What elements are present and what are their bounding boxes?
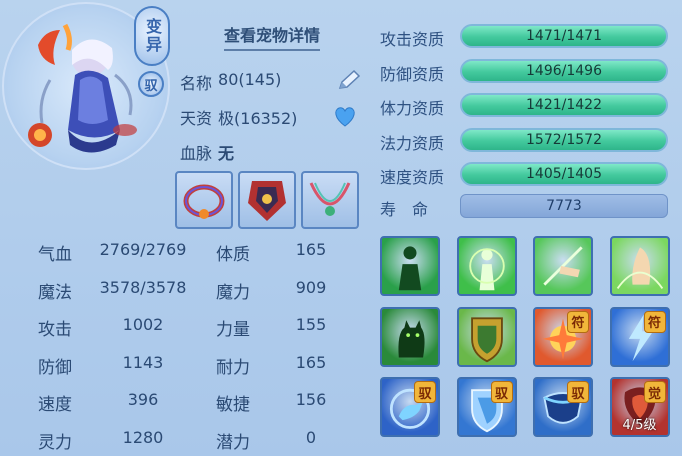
attribute-value: 165 — [295, 240, 327, 259]
lifespan-label: 寿 命 — [380, 200, 429, 219]
pet-bloodline-row: 血脉 无 — [180, 140, 234, 164]
equipment-slot-necklace[interactable] — [301, 171, 359, 229]
skill-slot[interactable] — [380, 306, 440, 367]
aptitude-label: 速度资质 — [380, 168, 445, 187]
skill-tag-badge: 觉 — [643, 381, 666, 403]
aptitude-label: 防御资质 — [380, 64, 445, 84]
stat-label: 速度 — [38, 395, 72, 415]
equipment-slot-armor[interactable] — [238, 171, 296, 229]
skill-slot[interactable] — [533, 236, 593, 296]
stat-value: 1143 — [122, 352, 164, 372]
skill-tag-badge: 驭 — [490, 381, 513, 403]
armor-icon — [248, 181, 286, 221]
skill-slot[interactable]: 符 — [533, 306, 593, 367]
variant-badge-text: 变异 — [143, 18, 162, 54]
yu-badge[interactable]: 驭 — [138, 71, 164, 97]
attribute-value: 155 — [295, 315, 327, 334]
bloodline-value: 无 — [218, 144, 235, 163]
stat-label: 气血 — [38, 245, 72, 265]
gold-shield-icon — [470, 316, 503, 362]
stat-value: 1002 — [122, 315, 164, 334]
pet-talent-row: 天资 极(16352) — [180, 105, 297, 129]
name-value: 80(145) — [218, 70, 282, 89]
attribute-label: 魔力 — [216, 282, 250, 303]
variant-badge: 变异 — [134, 6, 170, 66]
aptitude-value: 1405/1405 — [526, 166, 602, 182]
skill-tag-badge: 符 — [567, 310, 589, 333]
attribute-label: 潜力 — [216, 432, 250, 453]
attribute-value: 156 — [295, 390, 327, 409]
necklace-icon — [309, 182, 351, 216]
pet-portrait — [28, 23, 137, 153]
stat-value: 3578/3578 — [99, 277, 187, 297]
collar-icon — [183, 184, 225, 219]
green-palm-icon — [616, 247, 663, 289]
stat-label: 防御 — [38, 357, 72, 378]
aptitude-value: 1572/1572 — [526, 131, 602, 148]
aptitude-value: 1471/1471 — [526, 28, 602, 44]
view-pet-details-link[interactable]: 查看宠物详情 — [224, 22, 321, 51]
stat-label: 魔法 — [38, 282, 72, 303]
aptitude-label: 攻击资质 — [380, 30, 445, 49]
skill-slot[interactable] — [456, 306, 517, 367]
talent-label: 天资 — [180, 109, 213, 128]
yu-badge-text: 驭 — [144, 78, 158, 94]
aptitude-bar: 1471/1471 — [460, 24, 668, 48]
attribute-value: 0 — [305, 427, 317, 447]
skill-slot[interactable] — [456, 236, 517, 296]
skill-slot[interactable]: 觉 4/5级 — [609, 377, 670, 437]
bloodline-label: 血脉 — [180, 144, 213, 163]
stat-value: 2769/2769 — [99, 240, 187, 259]
green-cat-shadow-icon — [398, 319, 425, 358]
skill-slot[interactable] — [380, 236, 440, 296]
stat-value: 1280 — [122, 427, 164, 447]
aptitude-bar: 1496/1496 — [460, 58, 668, 83]
attribute-value: 909 — [295, 277, 327, 297]
stat-value: 396 — [127, 390, 159, 409]
aptitude-label: 体力资质 — [380, 99, 445, 118]
aptitude-bar: 1572/1572 — [460, 127, 668, 152]
lifespan-bar: 7773 — [460, 194, 668, 218]
stat-label: 攻击 — [38, 320, 72, 340]
skill-tag-badge: 驭 — [414, 381, 436, 403]
pet-name-row: 名称 80(145) — [180, 70, 281, 94]
favorite-heart-icon[interactable] — [332, 104, 358, 128]
skill-slot[interactable]: 驭 — [533, 377, 593, 437]
skill-tag-badge: 驭 — [567, 381, 589, 403]
talent-value: 极(16352) — [218, 109, 298, 128]
green-light-figure-icon — [468, 248, 505, 291]
equipment-slot-collar[interactable] — [175, 171, 233, 229]
green-body-icon — [398, 246, 422, 291]
skill-level-text: 4/5级 — [622, 418, 657, 433]
edit-name-pencil-icon[interactable] — [336, 68, 362, 92]
attribute-label: 体质 — [216, 245, 250, 265]
attribute-label: 力量 — [216, 320, 250, 340]
green-hand-slash-icon — [543, 246, 583, 286]
skill-slot[interactable] — [609, 236, 670, 296]
aptitude-bar: 1405/1405 — [460, 162, 668, 186]
attribute-value: 165 — [295, 352, 327, 372]
attribute-label: 敏捷 — [216, 395, 250, 415]
skill-slot[interactable]: 驭 — [380, 377, 440, 437]
aptitude-label: 法力资质 — [380, 133, 445, 153]
lifespan-value: 7773 — [546, 198, 582, 214]
skill-slot[interactable]: 驭 — [456, 377, 517, 437]
name-label: 名称 — [180, 74, 213, 93]
attribute-label: 耐力 — [216, 357, 250, 378]
skill-tag-badge: 符 — [643, 310, 666, 333]
stat-label: 灵力 — [38, 432, 72, 453]
skill-slot[interactable]: 符 — [609, 306, 670, 367]
aptitude-value: 1496/1496 — [526, 62, 602, 79]
aptitude-value: 1421/1422 — [526, 97, 602, 113]
aptitude-bar: 1421/1422 — [460, 93, 668, 117]
